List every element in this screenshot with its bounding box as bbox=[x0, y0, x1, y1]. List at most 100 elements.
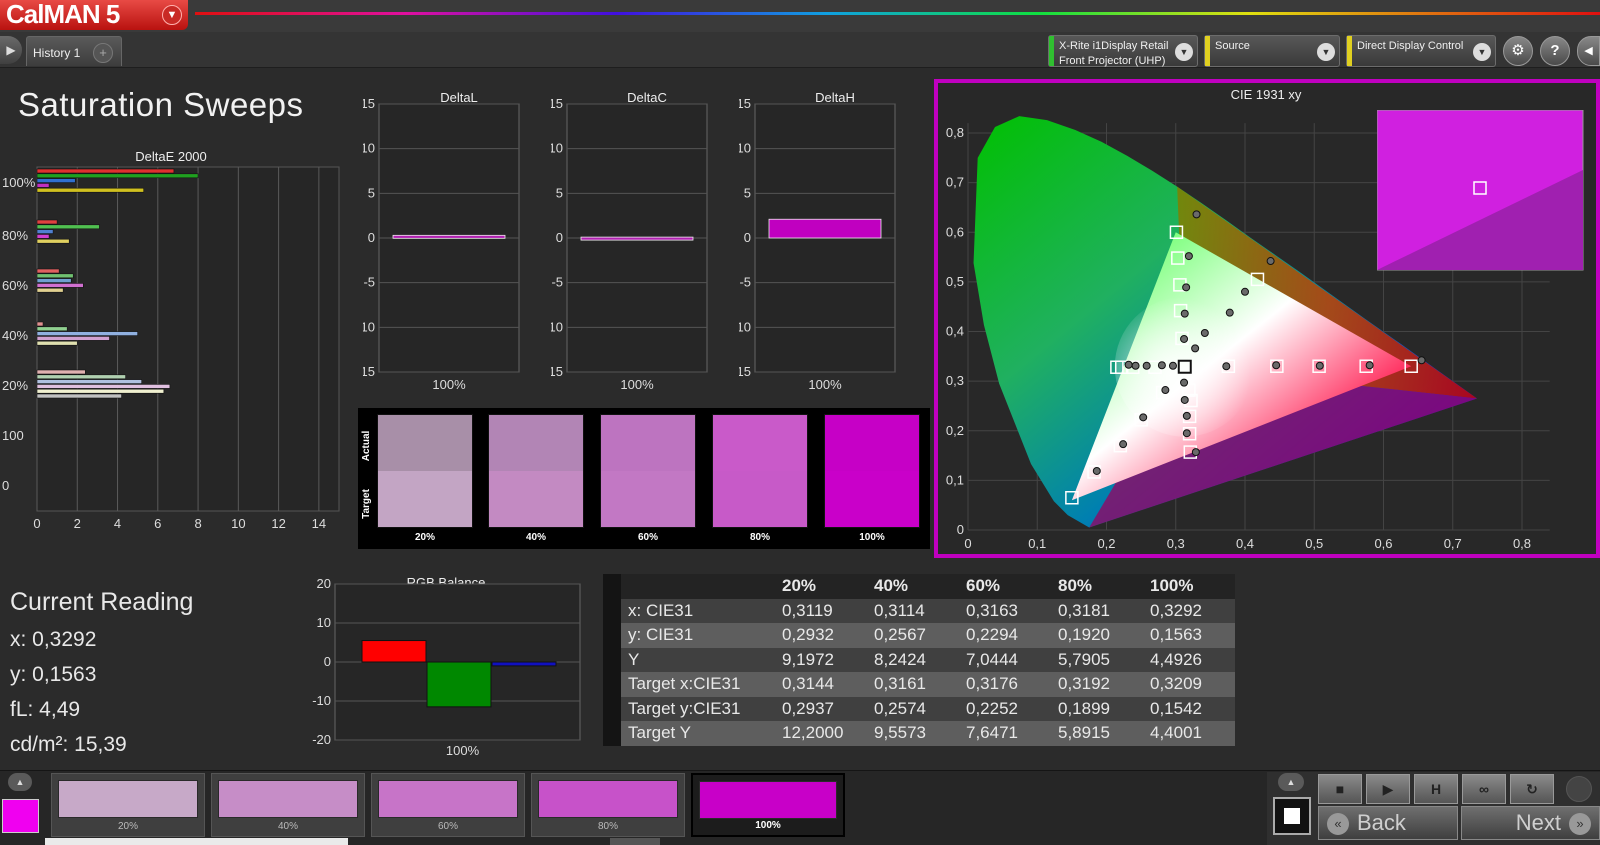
measured-point bbox=[1192, 210, 1201, 219]
actual-label: Actual bbox=[361, 430, 372, 461]
y-tick-label: 0,3 bbox=[946, 373, 964, 388]
x-tick-label: 2 bbox=[74, 516, 81, 531]
x-tick-label: 4 bbox=[114, 516, 121, 531]
measured-point bbox=[1124, 360, 1133, 369]
swatch-target bbox=[601, 471, 695, 527]
question-icon[interactable]: ? bbox=[1540, 36, 1570, 66]
infinity-icon[interactable]: ∞ bbox=[1462, 774, 1506, 804]
app-menu-chevron-icon[interactable]: ▼ bbox=[162, 5, 182, 25]
chevron-down-icon[interactable]: ▼ bbox=[1473, 43, 1491, 61]
strip-up-icon[interactable]: ▲ bbox=[8, 773, 32, 791]
y-tick-label: 5 bbox=[744, 185, 751, 200]
strip-label: 20% bbox=[117, 821, 138, 832]
taskbar-fragment bbox=[45, 838, 348, 845]
strip-swatch-60%[interactable]: 60% bbox=[371, 773, 525, 837]
strip-swatch-20%[interactable]: 20% bbox=[51, 773, 205, 837]
strip-swatch-100%[interactable]: 100% bbox=[691, 773, 845, 837]
swatch-actual bbox=[378, 415, 472, 471]
deltaC-title: DeltaC bbox=[627, 90, 667, 105]
table-cell: 0,1563 bbox=[1143, 623, 1235, 648]
table-cell: 0,1542 bbox=[1143, 696, 1235, 721]
swatch-target bbox=[825, 471, 919, 527]
strip-color bbox=[378, 780, 518, 818]
category-label: 100% bbox=[620, 377, 654, 392]
control-up-icon[interactable]: ▲ bbox=[1278, 773, 1304, 791]
deltae-bar bbox=[36, 183, 50, 188]
x-tick-label: 0,6 bbox=[1374, 536, 1392, 551]
display-dropdown[interactable]: Direct Display Control ▼ bbox=[1346, 35, 1496, 67]
measured-point bbox=[1182, 283, 1191, 292]
delta-bar bbox=[580, 236, 694, 241]
rgb-bar bbox=[361, 640, 427, 663]
chevron-down-icon[interactable]: ▼ bbox=[1317, 43, 1335, 61]
play-icon[interactable]: ▶ bbox=[1366, 774, 1410, 804]
deltae-bar bbox=[36, 229, 54, 234]
table-cell: 0,3144 bbox=[775, 672, 867, 697]
table-cell: 9,1972 bbox=[775, 647, 867, 672]
deltae-bar bbox=[36, 173, 199, 179]
table-cell: 4,4001 bbox=[1143, 721, 1235, 746]
y-label: 100% bbox=[2, 175, 36, 190]
row-label: Target y:CIE31 bbox=[621, 696, 775, 721]
next-arrow-icon: » bbox=[1569, 813, 1591, 836]
title-bar bbox=[0, 0, 1600, 32]
table-cell: 12,2000 bbox=[775, 721, 867, 746]
strip-swatch-80%[interactable]: 80% bbox=[531, 773, 685, 837]
x-tick-label: 0,7 bbox=[1444, 536, 1462, 551]
deltae-bar bbox=[36, 238, 70, 244]
meter-dropdown[interactable]: X-Rite i1Display Retail Front Projector … bbox=[1048, 35, 1198, 67]
page-title: Saturation Sweeps bbox=[18, 86, 304, 123]
category-label: 100% bbox=[446, 743, 480, 758]
swatch-target bbox=[489, 471, 583, 527]
stop-small-icon[interactable]: ■ bbox=[1318, 774, 1362, 804]
strip-label: 40% bbox=[277, 821, 298, 832]
y-tick-label: 10 bbox=[551, 141, 563, 156]
source-dropdown[interactable]: Source ▼ bbox=[1204, 35, 1340, 67]
deltaH-chart: DeltaH 15 10 5 0 -5 -10 -15 100% bbox=[739, 90, 896, 392]
meter-stripe bbox=[1049, 36, 1054, 66]
x-tick-label: 0 bbox=[33, 516, 40, 531]
y-tick-label: -10 bbox=[363, 319, 375, 334]
swatch-side-labels: Actual Target bbox=[361, 430, 372, 518]
y-tick-label: 0 bbox=[556, 230, 563, 245]
y-tick-label: -20 bbox=[312, 732, 331, 747]
tab-history-1[interactable]: History 1 + bbox=[26, 36, 122, 66]
table-cell: 4,4926 bbox=[1143, 647, 1235, 672]
next-button[interactable]: Next » bbox=[1461, 806, 1600, 840]
gear-icon[interactable]: ⚙ bbox=[1503, 36, 1533, 66]
y-tick-label: 0 bbox=[744, 230, 751, 245]
deltaC-chart: DeltaC 15 10 5 0 -5 -10 -15 100% bbox=[551, 90, 708, 392]
deltae-title: DeltaE 2000 bbox=[135, 149, 207, 164]
h-icon[interactable]: H bbox=[1414, 774, 1458, 804]
deltae-bar bbox=[36, 268, 60, 274]
app-logo[interactable]: CalMAN 5 ▼ bbox=[0, 0, 188, 30]
y-label: 20% bbox=[2, 378, 28, 393]
deltae-bar bbox=[36, 273, 74, 279]
measured-point bbox=[1180, 378, 1189, 387]
delta-bar bbox=[768, 218, 882, 239]
table-cell: 0,2937 bbox=[775, 696, 867, 721]
col-header: 80% bbox=[1051, 574, 1143, 599]
swatch-actual bbox=[825, 415, 919, 471]
measured-point bbox=[1131, 361, 1140, 370]
back-button[interactable]: « Back bbox=[1318, 806, 1458, 840]
measured-point bbox=[1092, 466, 1101, 475]
deltae-bar bbox=[36, 336, 110, 341]
table-row: Y 9,1972 8,2424 7,0444 5,7905 4,4926 bbox=[603, 647, 1235, 672]
table-row: x: CIE31 0,3119 0,3114 0,3163 0,3181 0,3292 bbox=[603, 598, 1235, 623]
strip-swatch-40%[interactable]: 40% bbox=[211, 773, 365, 837]
deltae-bar bbox=[36, 283, 84, 288]
stop-icon[interactable] bbox=[1273, 797, 1311, 835]
table-cell: 0,1899 bbox=[1051, 696, 1143, 721]
x-tick-label: 0,8 bbox=[1513, 536, 1531, 551]
table-cell: 0,2574 bbox=[867, 696, 959, 721]
rgb-bar bbox=[491, 661, 557, 667]
swatch-20% bbox=[377, 414, 473, 528]
col-header: 40% bbox=[867, 574, 959, 599]
add-tab-icon[interactable]: + bbox=[93, 43, 113, 63]
swatch-target bbox=[713, 471, 807, 527]
table-cell: 9,5573 bbox=[867, 721, 959, 746]
chevron-down-icon[interactable]: ▼ bbox=[1175, 43, 1193, 61]
collapse-icon[interactable]: ◀ bbox=[1577, 36, 1600, 66]
refresh-icon[interactable]: ↻ bbox=[1510, 774, 1554, 804]
